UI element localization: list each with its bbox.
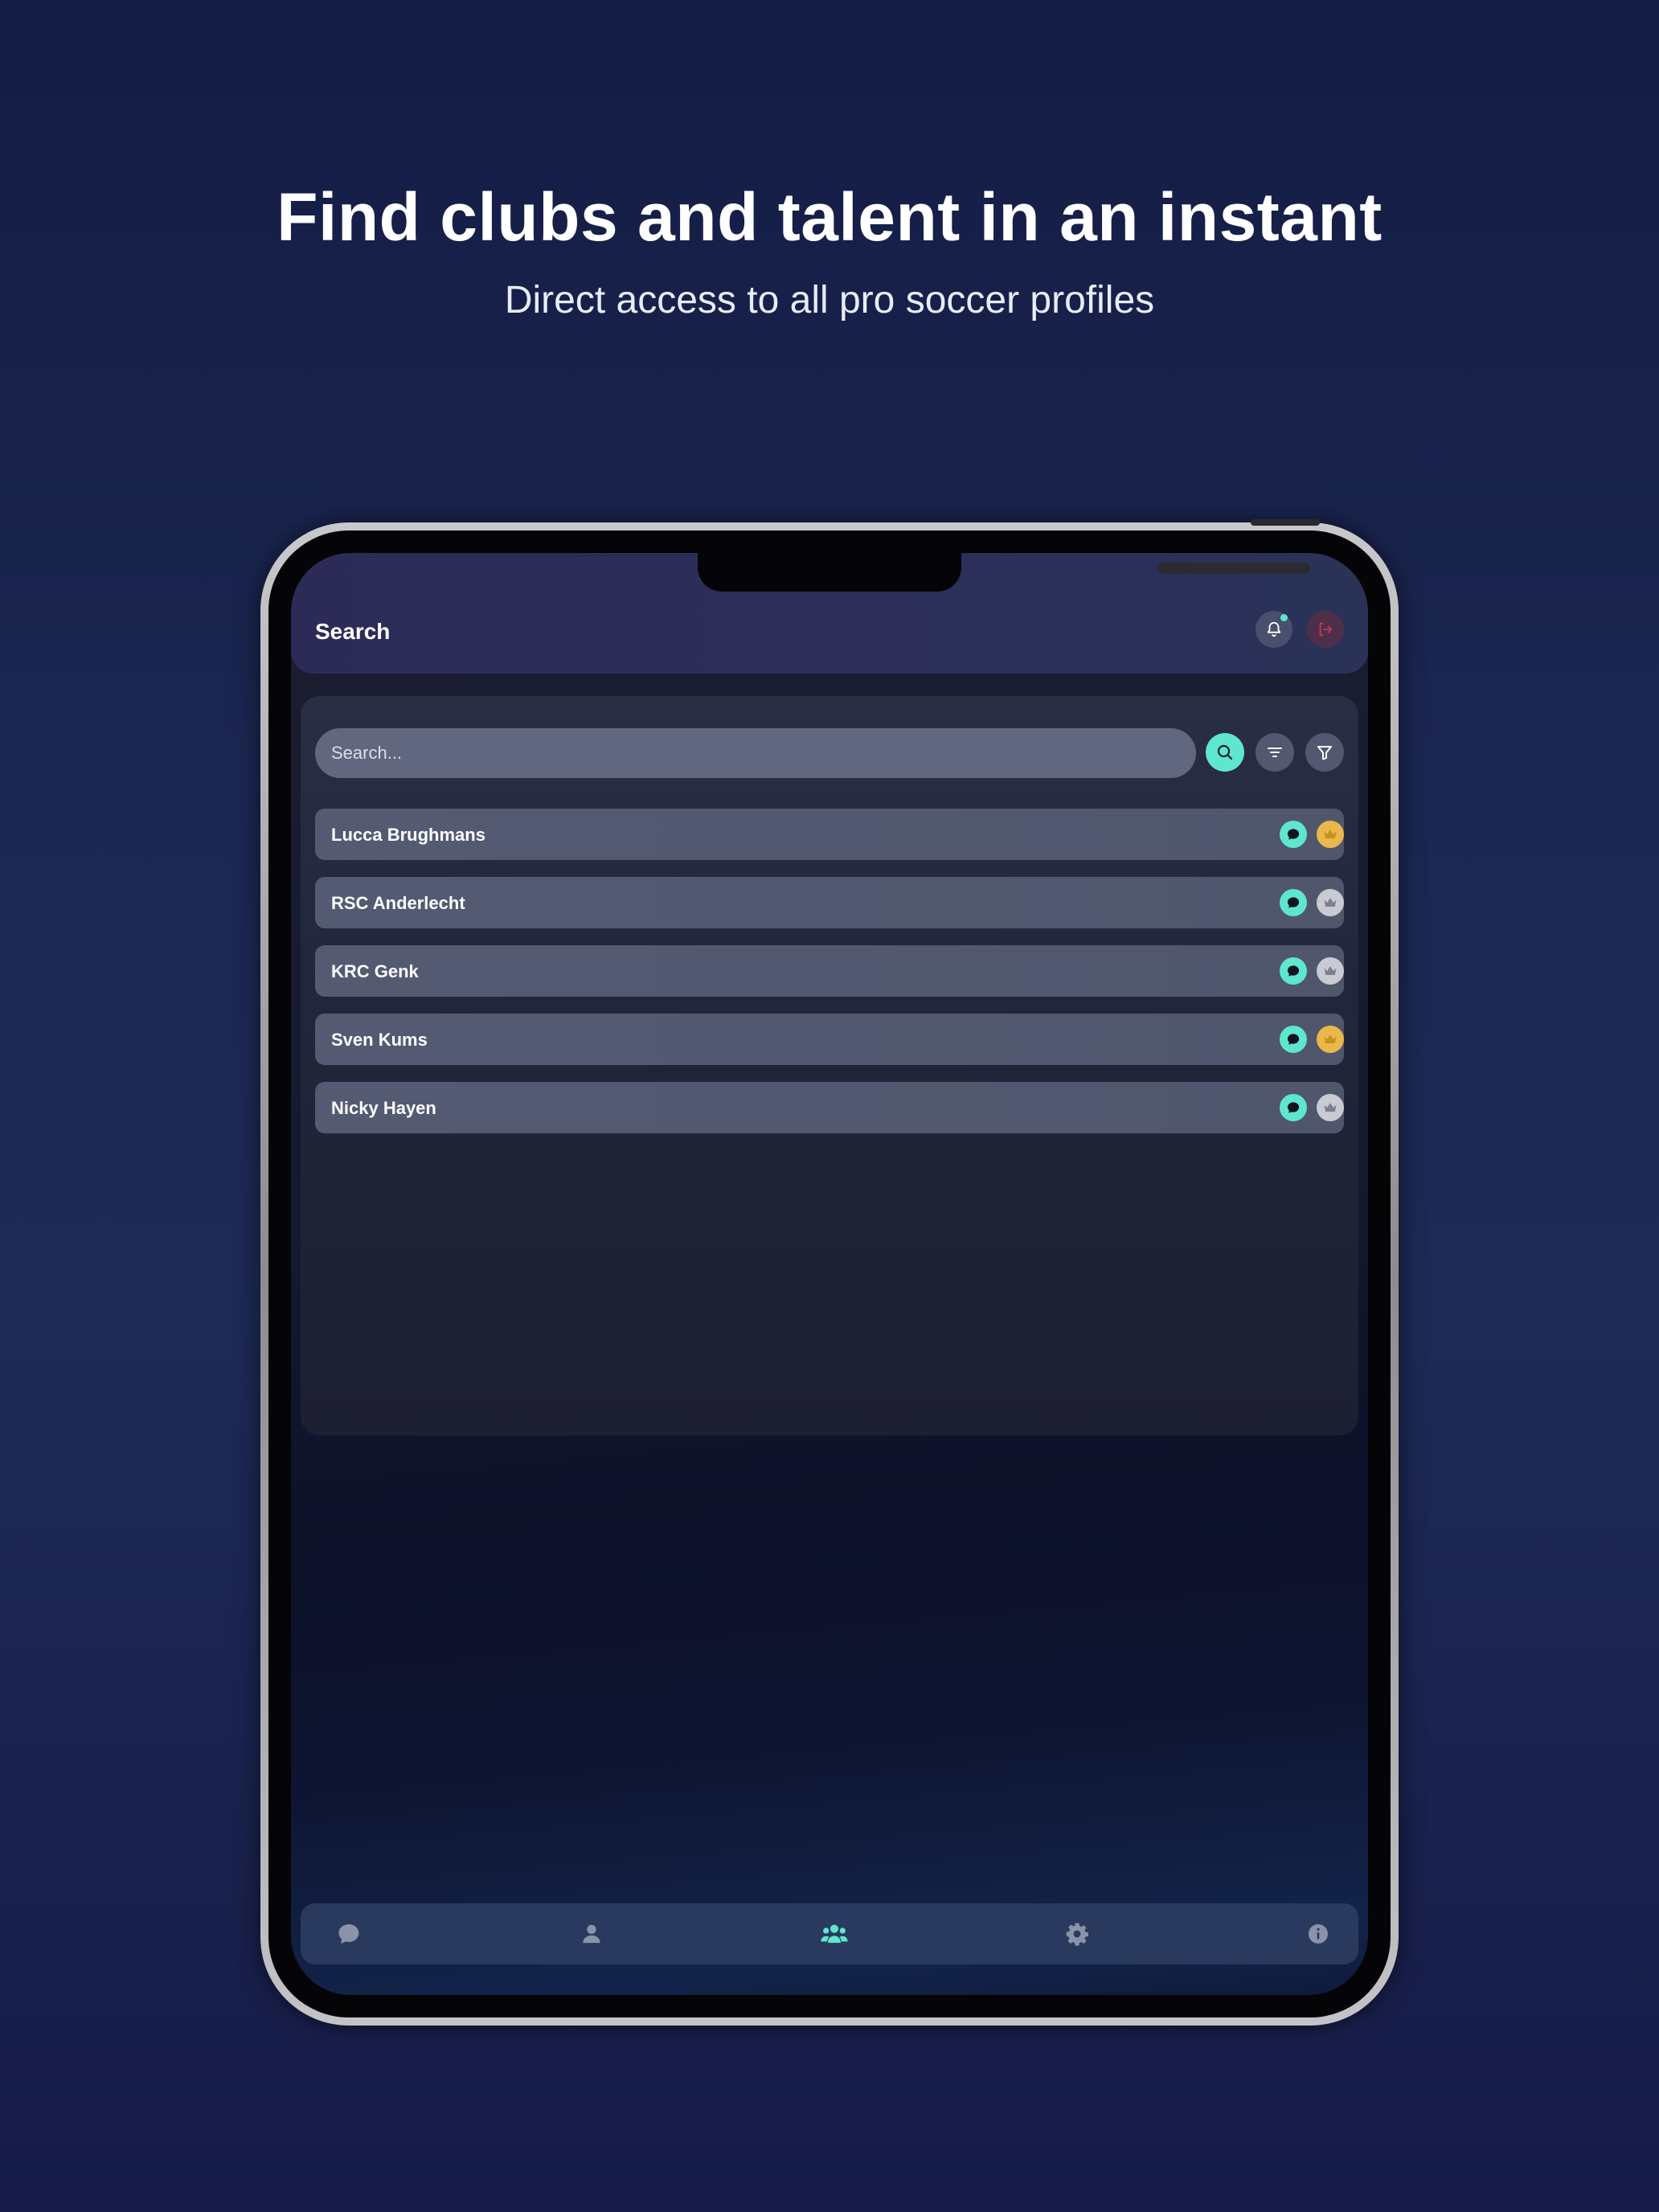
nav-item-search-users[interactable]	[818, 1918, 850, 1950]
chat-icon	[1287, 965, 1300, 977]
result-row[interactable]: Lucca Brughmans	[315, 809, 1344, 860]
premium-badge	[1317, 1026, 1344, 1053]
chat-button[interactable]	[1280, 821, 1307, 848]
nav-item-settings[interactable]	[1061, 1918, 1093, 1950]
chat-icon	[1287, 1034, 1300, 1045]
marketing-subheadline: Direct access to all pro soccer profiles	[504, 279, 1155, 322]
premium-badge	[1317, 821, 1344, 848]
search-results: Lucca Brughmans RSC Anderlecht KRC Genk	[315, 809, 1344, 1150]
sort-button[interactable]	[1256, 733, 1294, 772]
device-side-button	[1251, 519, 1320, 526]
premium-badge	[1317, 889, 1344, 916]
result-row[interactable]: RSC Anderlecht	[315, 877, 1344, 928]
chat-button[interactable]	[1280, 957, 1307, 985]
gear-icon	[1066, 1923, 1088, 1946]
chat-icon	[338, 1923, 359, 1944]
chat-icon	[1287, 897, 1300, 908]
search-button[interactable]	[1206, 733, 1244, 772]
bell-icon	[1267, 621, 1281, 637]
device-notch	[698, 553, 1310, 592]
result-row[interactable]: Nicky Hayen	[315, 1082, 1344, 1133]
premium-badge	[1317, 957, 1344, 985]
crown-icon	[1324, 1103, 1337, 1112]
result-name: Nicky Hayen	[331, 1098, 436, 1118]
logout-icon	[1319, 622, 1333, 637]
bottom-navigation	[301, 1903, 1358, 1964]
nav-item-chat[interactable]	[333, 1918, 365, 1950]
notification-dot	[1280, 614, 1288, 621]
crown-icon	[1324, 898, 1337, 907]
page-title: Search	[315, 619, 391, 644]
result-name: Sven Kums	[331, 1030, 428, 1050]
premium-badge	[1317, 1094, 1344, 1121]
nav-item-info[interactable]	[1302, 1918, 1334, 1950]
notifications-button[interactable]	[1256, 611, 1292, 648]
app-screen: Search Search... Lucca Brughmans RSC And…	[291, 553, 1368, 1995]
filter-icon	[1317, 746, 1332, 760]
search-icon	[1217, 744, 1233, 760]
crown-icon	[1324, 966, 1337, 975]
crown-icon	[1324, 830, 1337, 838]
users-icon	[821, 1924, 848, 1944]
result-name: KRC Genk	[331, 961, 419, 981]
marketing-headline: Find clubs and talent in an instant	[276, 179, 1382, 255]
result-name: RSC Anderlecht	[331, 893, 465, 913]
result-row[interactable]: KRC Genk	[315, 945, 1344, 997]
info-icon	[1309, 1924, 1328, 1944]
chat-icon	[1287, 829, 1300, 840]
filter-button[interactable]	[1305, 733, 1344, 772]
search-input[interactable]	[315, 728, 1196, 778]
profile-icon	[583, 1924, 600, 1944]
result-row[interactable]: Sven Kums	[315, 1014, 1344, 1065]
chat-button[interactable]	[1280, 1026, 1307, 1053]
logout-button[interactable]	[1307, 611, 1344, 648]
nav-item-profile[interactable]	[576, 1918, 608, 1950]
chat-button[interactable]	[1280, 1094, 1307, 1121]
result-name: Lucca Brughmans	[331, 825, 485, 845]
chat-button[interactable]	[1280, 889, 1307, 916]
sort-icon	[1268, 748, 1282, 757]
crown-icon	[1324, 1034, 1337, 1043]
chat-icon	[1287, 1102, 1300, 1113]
